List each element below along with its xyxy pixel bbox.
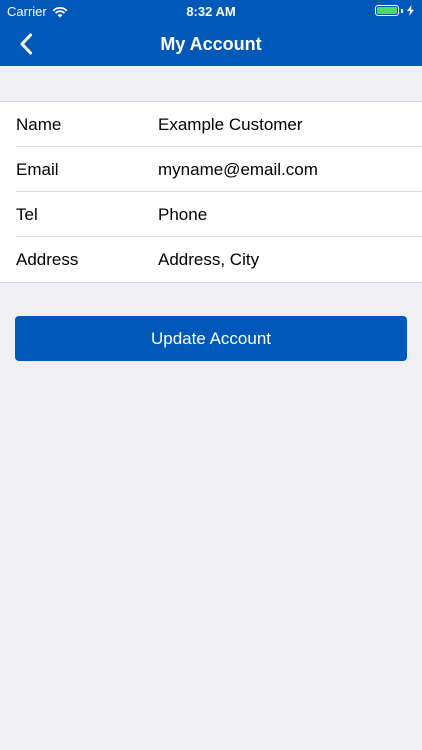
field-value-address[interactable]: Address, City [158, 250, 259, 270]
field-value-email[interactable]: myname@email.com [158, 160, 318, 180]
update-account-label: Update Account [150, 328, 272, 348]
account-details-list: Name Example Customer Email myname@email… [0, 101, 422, 283]
navigation-bar: My Account [0, 22, 422, 66]
account-row-name[interactable]: Name Example Customer [16, 102, 422, 147]
field-label-email: Email [16, 160, 59, 179]
field-value-name[interactable]: Example Customer [158, 115, 303, 135]
field-value-tel[interactable]: Phone [158, 205, 207, 225]
battery-indicator [375, 5, 414, 16]
account-row-address[interactable]: Address Address, City [16, 237, 422, 282]
field-label-address: Address [16, 250, 79, 269]
battery-icon [375, 5, 399, 16]
battery-tip [401, 8, 403, 13]
account-row-email[interactable]: Email myname@email.com [16, 147, 422, 192]
status-time: 8:32 AM [186, 4, 236, 19]
top-bar: Carrier 8:32 AM My Account [0, 0, 422, 66]
update-account-button[interactable]: Update Account [15, 316, 407, 361]
battery-level [377, 7, 397, 14]
field-label-name: Name [16, 115, 62, 134]
status-bar: Carrier 8:32 AM [0, 0, 422, 22]
page-title: My Account [160, 34, 262, 54]
app-screen: Carrier 8:32 AM My Account Name Example … [0, 0, 422, 750]
charging-bolt-icon [407, 5, 414, 16]
field-label-tel: Tel [16, 205, 38, 224]
account-row-tel[interactable]: Tel Phone [16, 192, 422, 237]
